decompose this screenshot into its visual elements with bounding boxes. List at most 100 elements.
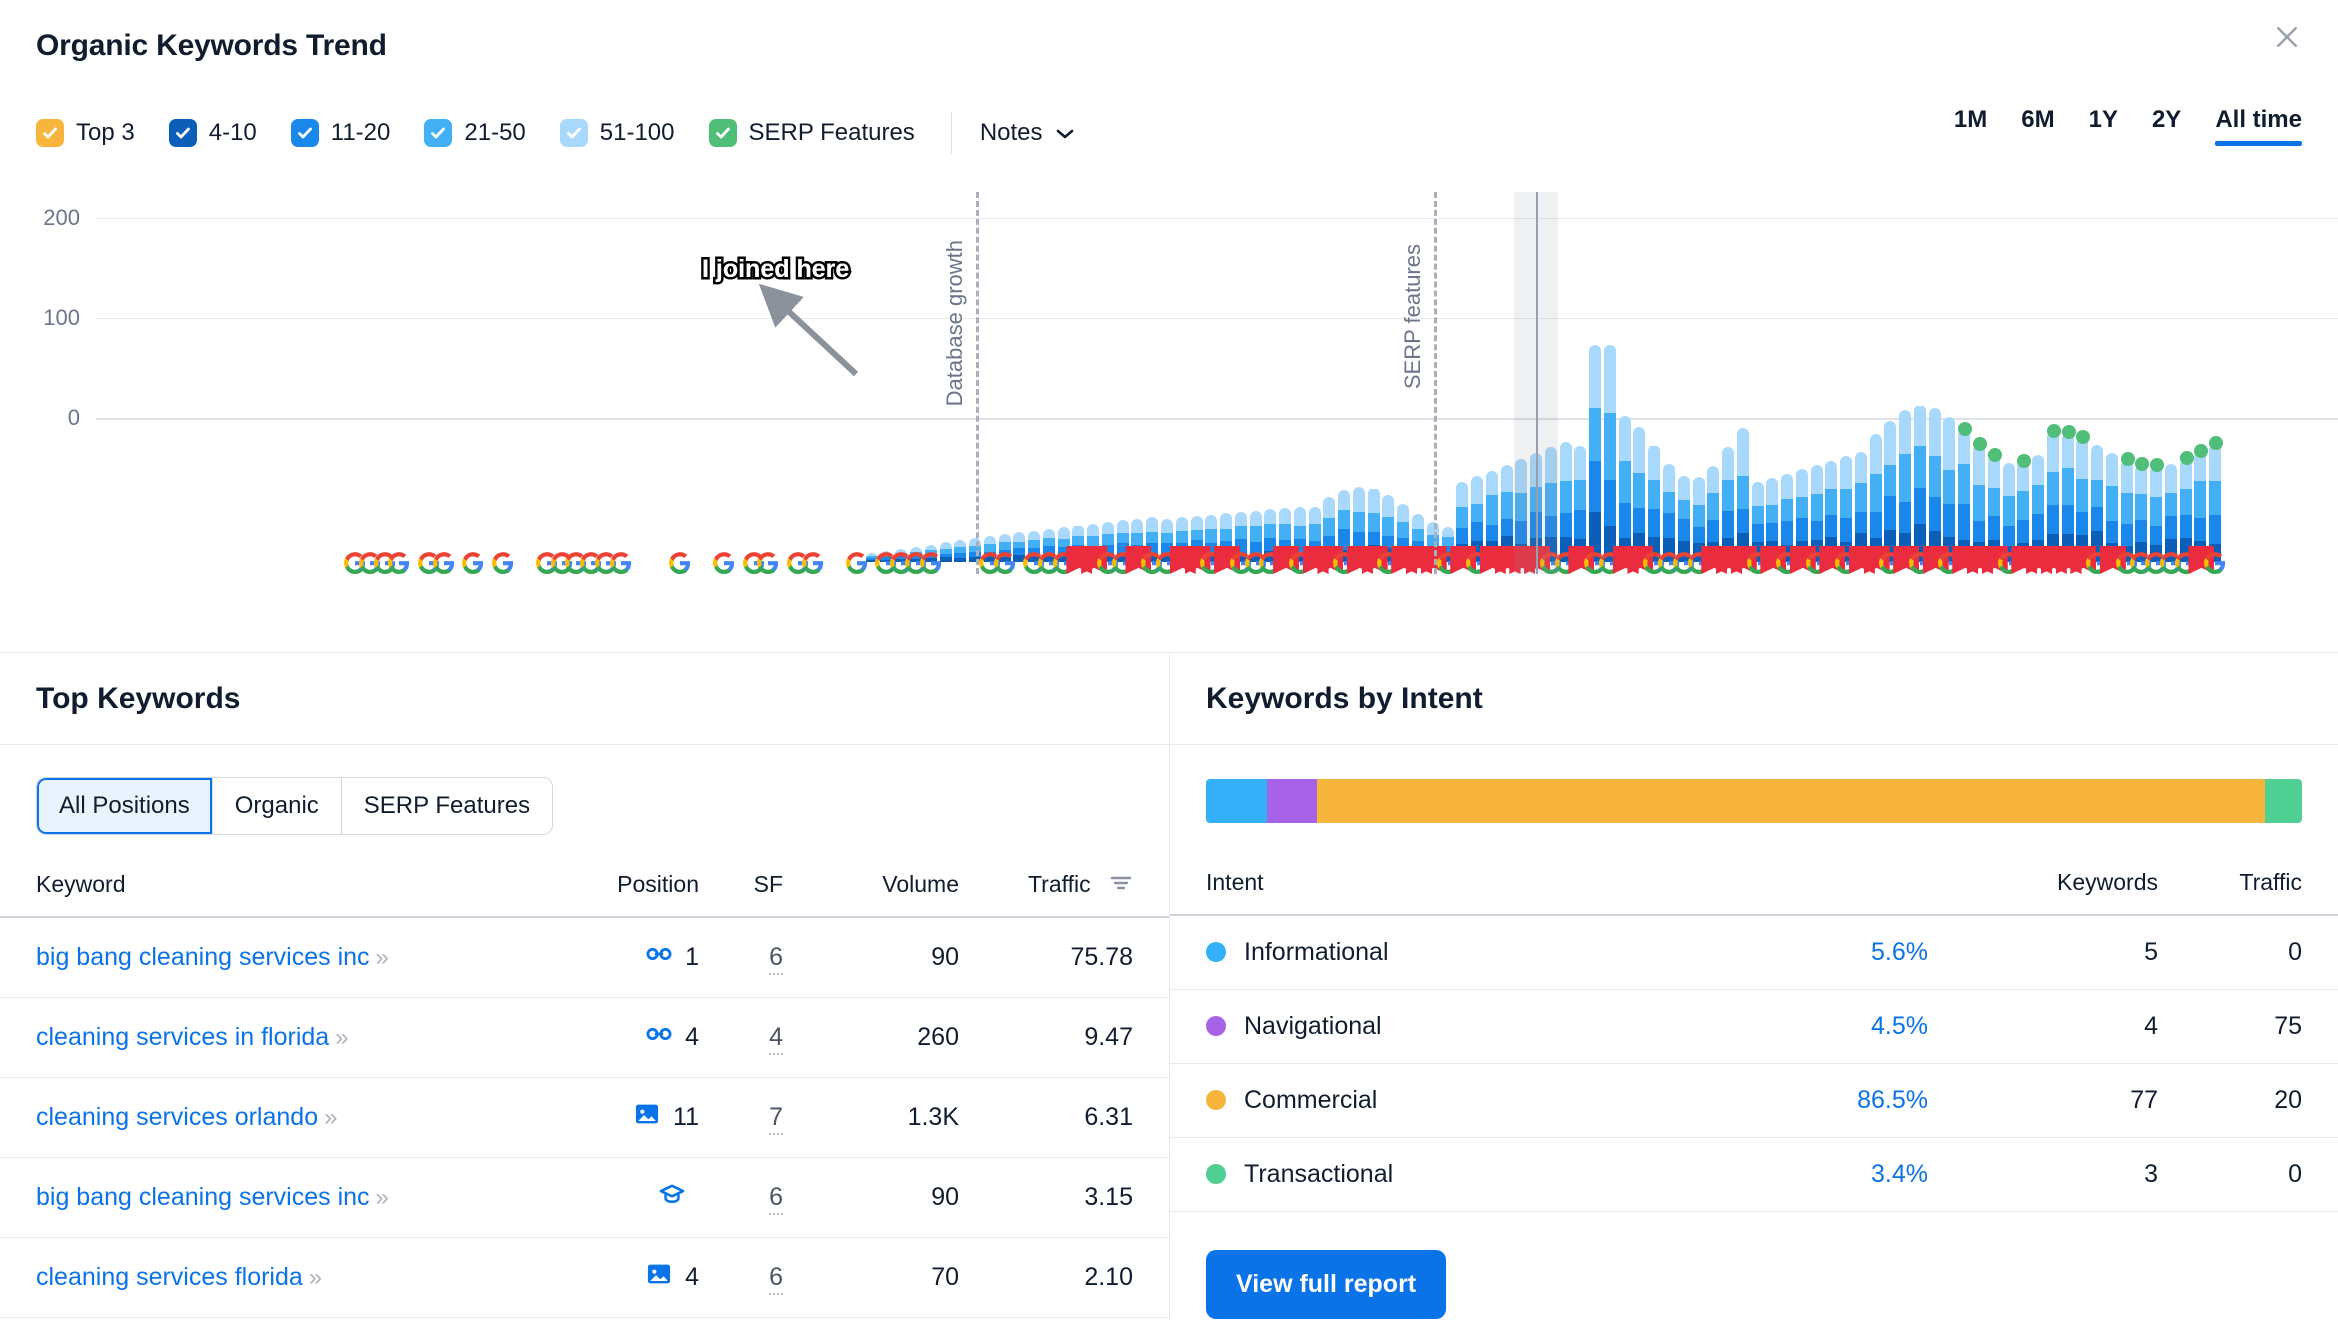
bar-segment [1559,480,1572,514]
bar-segment [1781,498,1794,521]
legend-item-11-20[interactable]: 11-20 [290,119,390,147]
keyword-link[interactable]: big bang cleaning services inc [36,943,370,971]
column-header-traffic[interactable]: Traffic [979,861,1169,918]
column-header-sf[interactable]: SF [699,861,809,918]
range-2y[interactable]: 2Y [2152,92,2181,142]
bar-segment [1352,512,1365,533]
range-all-time[interactable]: All time [2215,92,2302,146]
keyword-link[interactable]: cleaning services florida [36,1263,303,1291]
cell-keyword[interactable]: cleaning services florida» [0,1237,529,1318]
google-update-icon[interactable] [609,552,632,574]
intent-row[interactable]: Transactional 3.4% 3 0 [1170,1137,2338,1212]
percent-value[interactable]: 4.5% [1871,1012,1928,1040]
keyword-link[interactable]: cleaning services orlando [36,1103,318,1131]
checkbox-icon[interactable] [708,119,737,147]
range-1m[interactable]: 1M [1954,92,1987,142]
sf-value[interactable]: 7 [769,1103,783,1135]
legend-item-serp-features[interactable]: SERP Features [708,119,915,147]
google-update-icon[interactable] [462,552,484,574]
chart-bar[interactable] [1913,405,1926,562]
table-row[interactable]: cleaning services orlando» 11 7 1.3K 6.31 [0,1077,1169,1158]
table-row[interactable]: big bang cleaning services inc» 6 90 3.15 [0,1157,1169,1238]
keywords-by-intent-title: Keywords by Intent [1206,681,1483,715]
legend-item-21-50[interactable]: 21-50 [424,119,526,147]
table-row[interactable]: cleaning services in florida» 4 4 260 9.47 [0,997,1169,1078]
checkbox-icon[interactable] [36,119,64,147]
google-update-icon[interactable] [801,552,824,574]
checkbox-icon[interactable] [424,119,453,147]
tab-serp-features[interactable]: SERP Features [341,778,553,834]
chart-bar[interactable] [1928,408,1941,562]
google-update-icon[interactable] [846,552,868,574]
range-1y[interactable]: 1Y [2089,92,2118,142]
sf-value[interactable]: 6 [769,1263,783,1295]
chart-hover-line [1536,192,1538,574]
column-header-volume[interactable]: Volume [809,861,979,918]
legend-item-4-10[interactable]: 4-10 [168,119,257,147]
serp-feature-dot [2017,454,2032,469]
google-update-icon[interactable] [993,552,1016,574]
tab-all-positions[interactable]: All Positions [37,778,213,834]
chevron-right-icon[interactable]: » [376,1184,389,1211]
google-update-icon[interactable] [919,552,942,574]
percent-value[interactable]: 86.5% [1857,1086,1928,1114]
google-update-icon[interactable] [388,552,410,574]
bar-segment [1973,520,1985,543]
chevron-right-icon[interactable]: » [309,1264,322,1291]
intent-bar-segment-informational[interactable] [1206,779,1268,823]
checkbox-icon[interactable] [168,119,197,147]
google-update-icon[interactable] [713,552,735,574]
table-row[interactable]: big bang cleaning services inc» 1 6 90 75.78 [0,917,1169,998]
close-button[interactable] [2264,14,2310,60]
vertical-marker-database-growth [976,192,979,574]
intent-bar-segment-commercial[interactable] [1316,779,2265,823]
chevron-right-icon[interactable]: » [324,1104,337,1131]
google-update-icon[interactable] [757,552,779,574]
bar-segment [1264,523,1277,538]
keyword-link[interactable]: cleaning services in florida [36,1023,329,1051]
column-header-position[interactable]: Position [529,861,699,918]
bar-segment [1707,465,1720,493]
cell-keyword[interactable]: cleaning services orlando» [0,1077,529,1158]
google-update-icon[interactable] [491,552,514,574]
percent-value[interactable]: 3.4% [1871,1160,1928,1188]
google-update-icon[interactable] [432,552,455,574]
view-full-report-button[interactable]: View full report [1206,1250,1447,1319]
chevron-right-icon[interactable]: » [376,944,389,971]
sf-value[interactable]: 4 [769,1023,783,1055]
intent-bar-segment-navigational[interactable] [1267,779,1317,823]
intent-row[interactable]: Informational 5.6% 5 0 [1170,915,2338,990]
cell-keyword[interactable]: big bang cleaning services inc» [0,917,529,998]
intent-distribution-bar[interactable] [1206,779,2302,823]
notes-dropdown[interactable]: Notes [980,119,1075,147]
sf-value[interactable]: 6 [769,1183,783,1215]
google-update-icon[interactable] [2204,552,2226,574]
bar-segment [1633,508,1646,534]
tab-organic[interactable]: Organic [212,778,342,834]
cell-keyword[interactable]: cleaning services in florida» [0,997,529,1078]
range-6m[interactable]: 6M [2021,92,2054,142]
intent-bar-segment-transactional[interactable] [2264,779,2302,823]
bar-segment [1633,473,1646,509]
chart-bar[interactable] [1603,344,1616,562]
bar-segment [1869,473,1882,513]
chart-plot-area[interactable]: Database growth SERP features I joined h… [96,182,2338,652]
legend-item-51-100[interactable]: 51-100 [559,119,675,147]
checkbox-icon[interactable] [290,119,319,147]
bar-segment [1367,488,1380,514]
table-row[interactable]: cleaning services florida» 4 6 70 2.10 [0,1237,1169,1318]
legend-item-top-3[interactable]: Top 3 [36,119,135,147]
intent-row[interactable]: Commercial 86.5% 77 20 [1170,1063,2338,1138]
keyword-link[interactable]: big bang cleaning services inc [36,1183,370,1211]
bar-segment [1441,526,1454,538]
google-update-icon[interactable] [668,552,691,574]
percent-value[interactable]: 5.6% [1871,938,1928,966]
chevron-right-icon[interactable]: » [335,1024,348,1051]
intent-row[interactable]: Navigational 4.5% 4 75 [1170,989,2338,1064]
cell-traffic: 6.31 [979,1077,1169,1158]
column-header-keyword[interactable]: Keyword [0,861,529,918]
cell-keyword[interactable]: big bang cleaning services inc» [0,1157,529,1238]
checkbox-icon[interactable] [559,119,588,147]
chart-bar[interactable] [1589,344,1602,562]
sf-value[interactable]: 6 [769,943,783,975]
